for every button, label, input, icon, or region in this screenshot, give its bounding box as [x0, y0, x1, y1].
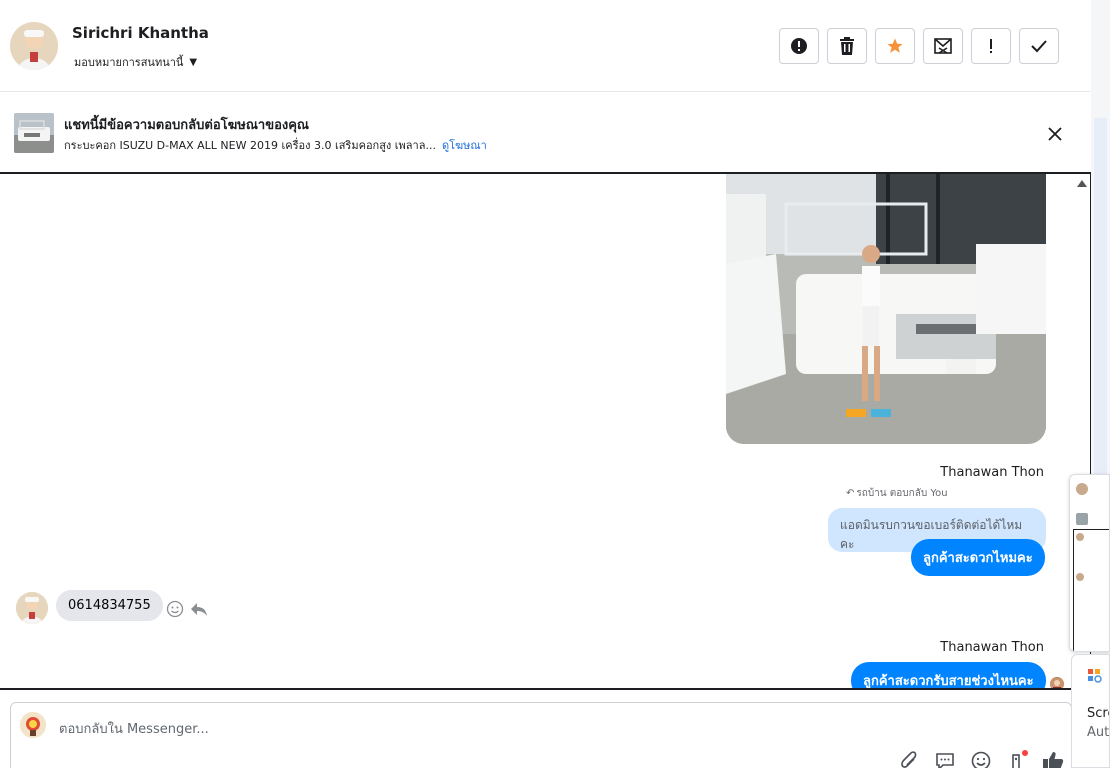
- delete-button[interactable]: [827, 28, 867, 64]
- preview-thumbnail: [1076, 513, 1088, 525]
- outgoing-message-bubble[interactable]: ลูกค้าสะดวกไหมคะ: [911, 539, 1045, 576]
- trash-icon: [840, 37, 854, 55]
- app-logo-icon: [1088, 669, 1102, 683]
- emoji-react-icon[interactable]: [166, 600, 184, 618]
- message-thread[interactable]: Thanawan Thon ↶ รถบ้าน ตอบกลับ You แอดมิ…: [0, 172, 1091, 690]
- reply-note: ↶ รถบ้าน ตอบกลับ You: [846, 486, 948, 501]
- side-card-title: Scre: [1087, 706, 1109, 721]
- incoming-message-bubble[interactable]: 0614834755: [56, 590, 163, 621]
- alert-circle-icon: [791, 38, 807, 54]
- label-button[interactable]: [1006, 750, 1028, 768]
- emoji-button[interactable]: [970, 750, 992, 768]
- close-icon: [1048, 127, 1062, 141]
- message-sender-name: Thanawan Thon: [940, 640, 1044, 655]
- page-avatar: [20, 712, 46, 738]
- preview-frame: [1073, 529, 1109, 651]
- assign-conversation-dropdown[interactable]: มอบหมายการสนทนานี้ ▼: [74, 53, 197, 71]
- like-button[interactable]: [1042, 750, 1064, 768]
- message-composer: ตอบกลับใน Messenger...: [0, 690, 1091, 768]
- mark-spam-button[interactable]: [779, 28, 819, 64]
- contact-avatar[interactable]: [10, 22, 58, 70]
- ad-thumbnail[interactable]: [14, 113, 54, 153]
- seen-indicator-avatar: [1050, 677, 1064, 688]
- paperclip-icon: [901, 751, 917, 768]
- ad-reply-banner: แชทนี้มีข้อความตอบกลับต่อโฆษณาของคุณ กระ…: [0, 93, 1090, 172]
- close-banner-button[interactable]: [1044, 123, 1066, 145]
- exclamation-icon: [990, 39, 992, 53]
- saved-reply-icon: [936, 753, 954, 768]
- conversation-header: Sirichri Khantha มอบหมายการสนทนานี้ ▼: [0, 0, 1090, 92]
- mail-x-icon: [934, 38, 952, 54]
- side-card-subtitle: Auto: [1087, 725, 1110, 740]
- composer-tools: [898, 750, 1064, 768]
- preview-avatar: [1076, 483, 1088, 495]
- scroll-up-arrow[interactable]: [1077, 180, 1087, 187]
- page-scrollbar[interactable]: [1091, 0, 1110, 768]
- star-button[interactable]: [875, 28, 915, 64]
- reply-icon[interactable]: [190, 601, 208, 617]
- message-input[interactable]: ตอบกลับใน Messenger...: [59, 718, 209, 739]
- thumbs-up-icon: [1043, 752, 1064, 768]
- attach-button[interactable]: [898, 750, 920, 768]
- reply-note-text: รถบ้าน ตอบกลับ You: [856, 488, 948, 499]
- shared-photo[interactable]: [726, 174, 1046, 444]
- ad-banner-title: แชทนี้มีข้อความตอบกลับต่อโฆษณาของคุณ: [64, 118, 309, 133]
- assign-label: มอบหมายการสนทนานี้: [74, 56, 184, 69]
- mark-unread-button[interactable]: [923, 28, 963, 64]
- outgoing-message-bubble[interactable]: ลูกค้าสะดวกรับสายช่วงไหนคะ: [851, 662, 1046, 688]
- inbox-conversation-view: Sirichri Khantha มอบหมายการสนทนานี้ ▼ แช…: [0, 0, 1110, 768]
- saved-replies-button[interactable]: [934, 750, 956, 768]
- star-icon: [887, 38, 903, 53]
- reply-arrow-icon: ↶: [846, 488, 855, 499]
- view-ad-link[interactable]: ดูโฆษณา: [442, 139, 487, 152]
- emoji-icon: [971, 751, 991, 768]
- screenshot-tool-card[interactable]: Scre Auto: [1071, 654, 1110, 768]
- ad-description-text: กระบะคอก ISUZU D-MAX ALL NEW 2019 เครื่อ…: [64, 139, 436, 152]
- scrollbar-track: [1094, 118, 1107, 478]
- contact-name[interactable]: Sirichri Khantha: [72, 24, 209, 42]
- screenshot-preview-panel[interactable]: [1069, 474, 1110, 652]
- ad-banner-description: กระบะคอก ISUZU D-MAX ALL NEW 2019 เครื่อ…: [64, 136, 487, 154]
- header-actions: [779, 28, 1059, 64]
- follow-up-button[interactable]: [971, 28, 1011, 64]
- message-sender-name: Thanawan Thon: [940, 465, 1044, 480]
- mark-done-button[interactable]: [1019, 28, 1059, 64]
- caret-down-icon: ▼: [189, 56, 198, 68]
- checkmark-icon: [1031, 40, 1047, 53]
- notification-dot: [1022, 750, 1028, 756]
- message-actions: [166, 600, 208, 618]
- contact-avatar-small[interactable]: [16, 592, 48, 624]
